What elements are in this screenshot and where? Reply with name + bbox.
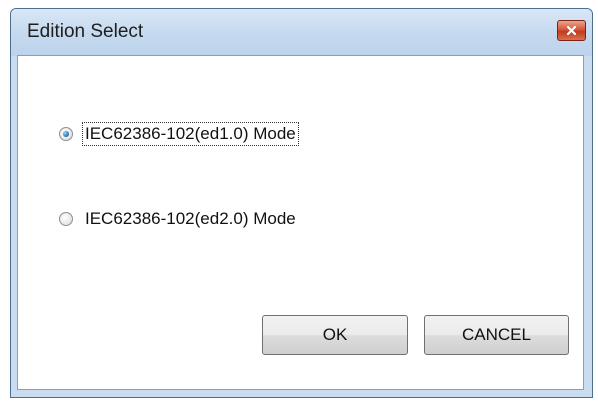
radio-button-ed2[interactable] (59, 212, 73, 226)
close-icon (567, 26, 576, 35)
radio-label-ed2[interactable]: IEC62386-102(ed2.0) Mode (83, 208, 298, 230)
cancel-button[interactable]: CANCEL (424, 315, 569, 355)
radio-option-ed2[interactable]: IEC62386-102(ed2.0) Mode (48, 207, 298, 231)
radio-label-ed1[interactable]: IEC62386-102(ed1.0) Mode (82, 122, 299, 146)
window-title: Edition Select (27, 21, 144, 42)
radio-button-ed1[interactable] (59, 127, 73, 141)
radio-option-ed1[interactable]: IEC62386-102(ed1.0) Mode (48, 122, 299, 146)
title-bar[interactable]: Edition Select (11, 9, 592, 56)
ok-button[interactable]: OK (262, 315, 408, 355)
close-button[interactable] (557, 20, 586, 41)
